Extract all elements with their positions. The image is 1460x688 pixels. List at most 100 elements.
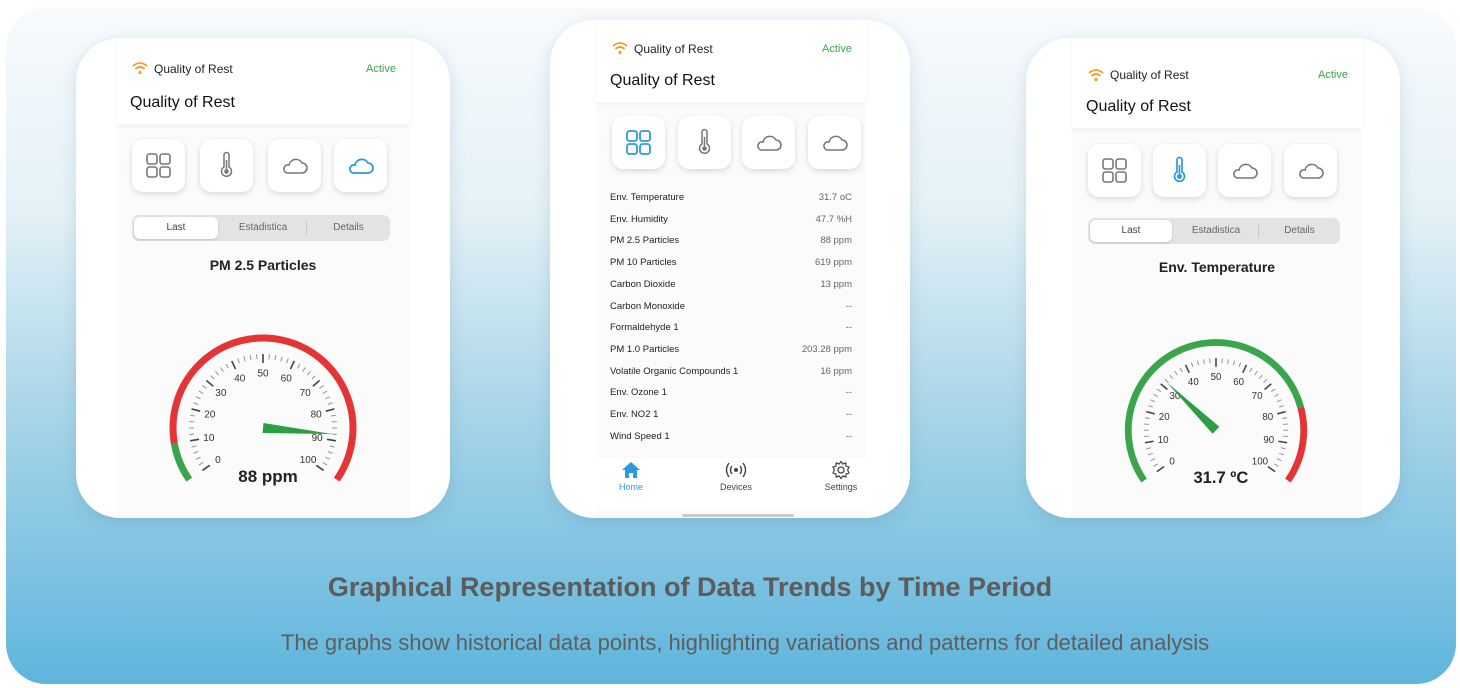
gauge-tick-label: 90 (1263, 435, 1274, 446)
gauge-tick (274, 355, 277, 361)
gauge-tick-label: 0 (215, 455, 221, 466)
cloud-icon (349, 158, 374, 174)
page-title: Quality of Rest (610, 72, 715, 89)
weather-button[interactable] (742, 116, 795, 169)
gauge-tick-label: 80 (1262, 412, 1273, 423)
gauge-tick-label: 50 (257, 369, 269, 380)
gauge-tick (325, 456, 331, 460)
temperature-button[interactable] (678, 116, 731, 169)
brand-label: Quality of Rest (154, 62, 233, 76)
gauge-tick (1148, 452, 1153, 456)
gauge-tick (302, 367, 306, 372)
home-indicator (682, 514, 794, 517)
reading-value: 203.28 ppm (801, 343, 852, 355)
dashboard-button[interactable] (1088, 144, 1141, 197)
reading-label: PM 1.0 Particles (610, 343, 680, 355)
nav-home[interactable]: Home (596, 460, 666, 492)
gauge-tick (1270, 388, 1276, 393)
weather-button[interactable] (1218, 144, 1271, 197)
gauge-tick-label: 30 (215, 388, 227, 399)
gauge-tick (1146, 410, 1155, 415)
gauge-zone-arc (1285, 406, 1308, 483)
gauge-tick (1174, 370, 1178, 376)
gauge-tick (322, 390, 328, 394)
gauge-tick (1190, 362, 1194, 368)
tab-estadistica[interactable]: Estadistica (1174, 218, 1258, 244)
tab-details[interactable]: Details (1259, 218, 1340, 244)
gauge-title: PM 2.5 Particles (209, 257, 317, 273)
gauge-tick (1150, 399, 1156, 403)
home-icon (622, 462, 640, 478)
gauge-tick (1156, 465, 1165, 473)
gauge-tick (1277, 410, 1286, 415)
tab-last[interactable]: Last (1090, 220, 1172, 242)
app-header: Quality of Rest Active Quality of Rest (1072, 38, 1362, 128)
tab-details[interactable]: Details (307, 215, 390, 241)
air-quality-button[interactable] (1284, 144, 1337, 197)
reading-value: 88 ppm (820, 235, 852, 247)
temperature-button[interactable] (200, 139, 253, 192)
gauge-zone-arc (170, 442, 193, 482)
air-quality-button[interactable] (334, 139, 387, 192)
gauge-needle (1167, 382, 1220, 434)
gauge-tick (1164, 378, 1169, 383)
brand-label: Quality of Rest (634, 42, 713, 56)
gauge-tick (286, 358, 289, 364)
gauge-tick (1279, 452, 1284, 456)
air-quality-button[interactable] (808, 116, 861, 169)
thermometer-icon (1173, 156, 1186, 183)
page-title: Quality of Rest (130, 94, 235, 111)
app-header: Quality of Rest Active Quality of Rest (596, 20, 866, 102)
grid-icon (146, 153, 171, 178)
gauge-tick (1146, 447, 1152, 450)
tab-estadistica[interactable]: Estadistica (220, 215, 306, 241)
grid-icon (626, 130, 651, 155)
nav-settings-label: Settings (824, 482, 858, 492)
gauge-tick (1184, 364, 1190, 374)
gauge-tick (195, 396, 201, 400)
nav-settings[interactable]: Settings (806, 460, 876, 492)
bottom-navigation: Home Devices Settings (596, 458, 866, 508)
gauge-tick (1156, 388, 1162, 393)
gauge-tick-label: 90 (312, 433, 324, 444)
cloud-icon (757, 135, 782, 151)
gauge-zone-arc (1124, 339, 1305, 483)
reading-label: PM 10 Particles (610, 257, 677, 269)
gauge-tick-label: 10 (1158, 435, 1169, 446)
gauge-tick-label: 20 (1159, 412, 1170, 423)
phone-screen-gauge-pm25: Quality of Rest Active Quality of Rest L… (76, 38, 450, 518)
thermometer-icon (698, 128, 711, 155)
tab-last[interactable]: Last (134, 217, 218, 239)
gauge-tick (315, 464, 325, 472)
gauge-tick (327, 451, 333, 454)
gauge-tick (280, 356, 283, 362)
gauge-tick-label: 40 (234, 374, 246, 385)
gauge-tick (1274, 463, 1279, 467)
gauge-tick (215, 371, 219, 376)
gauge-tick (205, 379, 214, 387)
reading-label: Env. Temperature (610, 192, 685, 203)
gauge-tick (1153, 463, 1158, 467)
gauge-tick (297, 363, 301, 369)
gauge-tick (1280, 447, 1286, 450)
gauge-tick (201, 464, 211, 472)
nav-devices[interactable]: Devices (701, 460, 771, 492)
weather-button[interactable] (268, 139, 321, 192)
reading-value: -- (845, 387, 852, 399)
nav-home-label: Home (618, 482, 643, 492)
gauge-tick (189, 438, 200, 442)
dashboard-button[interactable] (132, 139, 185, 192)
gauge-tick (1267, 465, 1276, 473)
gauge-tick-label: 80 (311, 409, 323, 420)
temperature-button[interactable] (1153, 144, 1206, 197)
gauge-tick (1282, 417, 1288, 419)
reading-value: 16 ppm (820, 365, 852, 377)
gauge-tick-label: 50 (1211, 372, 1222, 383)
app-header: Quality of Rest Active Quality of Rest (116, 38, 410, 124)
gauge-tick (1274, 393, 1279, 397)
gauge-tick (1179, 367, 1183, 373)
dashboard-button[interactable] (612, 116, 665, 169)
gauge-tick (191, 445, 197, 448)
status-badge: Active (366, 63, 396, 75)
reading-label: Formaldehyde 1 (610, 322, 679, 334)
